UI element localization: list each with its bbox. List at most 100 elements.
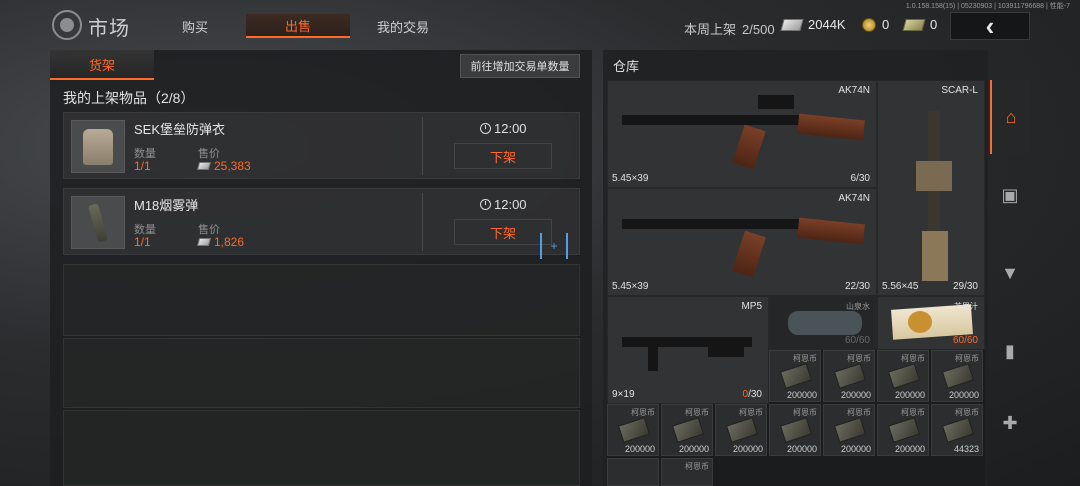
warehouse-side-nav: ⌂ ▣ ▼ ▮ ✚ — [990, 80, 1030, 486]
cash-icon — [196, 238, 212, 246]
magazine-icon: ▮ — [1005, 340, 1015, 361]
currency-stack[interactable]: 柯恩币 200000 — [877, 404, 929, 456]
weapon-name: AK74N — [838, 85, 870, 96]
tab-buy[interactable]: 购买 — [160, 14, 230, 38]
cash-amount: 2044K — [808, 17, 846, 32]
currency-stack[interactable]: 柯恩币 200000 — [769, 350, 821, 402]
weapon-ammo: 29/30 — [952, 281, 978, 292]
weapon-name: SCAR-L — [941, 85, 978, 96]
clock-icon — [480, 123, 491, 134]
coin-amount: 0 — [882, 17, 890, 32]
smoke-grenade-thumbnail[interactable] — [71, 196, 125, 249]
tab-sell[interactable]: 出售 — [246, 14, 350, 38]
nav-medical[interactable]: ✚ — [990, 386, 1030, 460]
item-name: 芒果汁 — [954, 302, 978, 311]
currency-name: 柯恩币 — [901, 408, 925, 417]
page-title: 市场 — [88, 18, 130, 40]
currency-name: 柯恩币 — [739, 408, 763, 417]
weapon-caliber: 9×19 — [612, 389, 635, 400]
weapon-ammo: 0/30 — [743, 389, 762, 400]
rifle-icon — [622, 219, 802, 229]
item-price: 1,826 — [196, 235, 245, 249]
listing-timer: 12:00 — [480, 121, 527, 136]
currency-stack[interactable]: 柯恩币 200000 — [877, 350, 929, 402]
coin-balance: 0 — [862, 17, 889, 32]
weapon-scar-l[interactable]: SCAR-L 5.56×45 29/30 — [877, 80, 985, 296]
add-order-slots-button[interactable]: 前往增加交易单数量 — [460, 54, 580, 78]
currency-amount: 200000 — [786, 390, 817, 400]
listed-items-title: 我的上架物品（2/8） — [63, 90, 195, 106]
currency-stack[interactable]: 柯恩币 — [661, 458, 713, 486]
item-name: M18烟雾弹 — [134, 198, 199, 213]
divider — [422, 193, 423, 251]
nav-box[interactable]: ▣ — [990, 158, 1030, 232]
currency-amount: 200000 — [678, 444, 709, 454]
shelf-panel: 货架 前往增加交易单数量 我的上架物品（2/8） SEK堡垒防弹衣 数量 售价 … — [50, 50, 592, 486]
weapon-ammo: 6/30 — [850, 173, 870, 184]
nav-magazine[interactable]: ▮ — [990, 314, 1030, 388]
nav-home[interactable]: ⌂ — [990, 80, 1030, 154]
currency-name: 柯恩币 — [847, 354, 871, 363]
currency-name: 柯恩币 — [955, 408, 979, 417]
home-icon: ⌂ — [1005, 106, 1017, 127]
currency-name: 柯恩币 — [847, 408, 871, 417]
price-value: 25,383 — [214, 159, 251, 173]
currency-amount: 200000 — [894, 390, 925, 400]
currency-stack[interactable]: 柯恩币 200000 — [607, 404, 659, 456]
delist-button[interactable]: 下架 — [454, 219, 552, 245]
price-value: 1,826 — [214, 235, 245, 249]
tab-my-trades[interactable]: 我的交易 — [360, 14, 446, 38]
item-water-bottle[interactable]: 山泉水 60/60 — [769, 296, 877, 350]
warehouse-title: 仓库 — [613, 59, 640, 74]
cash-icon — [780, 18, 804, 31]
empty-slot — [63, 410, 580, 486]
listing-timer: 12:00 — [480, 197, 527, 212]
warehouse-grid: AK74N 5.45×39 6/30 AK74N 5.45×39 22/30 S… — [607, 80, 985, 486]
bill-amount: 0 — [930, 17, 938, 32]
weapon-ak74n[interactable]: AK74N 5.45×39 22/30 — [607, 188, 877, 296]
empty-slot — [63, 338, 580, 408]
item-price: 25,383 — [196, 159, 251, 173]
currency-stack[interactable]: 柯恩币 200000 — [823, 350, 875, 402]
cash-icon — [196, 162, 212, 170]
currency-name: 柯恩币 — [631, 408, 655, 417]
listing-row: SEK堡垒防弹衣 数量 售价 1/1 25,383 12:00 下架 — [63, 112, 580, 179]
clock-icon — [480, 199, 491, 210]
rifle-icon — [622, 115, 802, 125]
warehouse-panel: 仓库 AK74N 5.45×39 6/30 AK74N 5.45×39 22/3… — [603, 50, 988, 486]
vest-thumbnail[interactable] — [71, 120, 125, 173]
delist-button[interactable]: 下架 — [454, 143, 552, 169]
shirt-icon: ▼ — [1001, 262, 1019, 283]
divider — [422, 117, 423, 175]
currency-stack[interactable]: 柯恩币 200000 — [823, 404, 875, 456]
chevron-left-icon: ‹ — [985, 11, 995, 41]
item-value: 60/60 — [844, 335, 870, 346]
back-button[interactable]: ‹ — [950, 12, 1030, 40]
currency-stack[interactable]: 柯恩币 44323 — [931, 404, 983, 456]
currency-amount: 200000 — [624, 444, 655, 454]
item-qty: 1/1 — [134, 235, 151, 249]
currency-stack[interactable]: 柯恩币 200000 — [931, 350, 983, 402]
currency-stack[interactable]: 柯恩币 200000 — [661, 404, 713, 456]
currency-name: 柯恩币 — [685, 408, 709, 417]
currency-stack[interactable] — [607, 458, 659, 486]
item-name: SEK堡垒防弹衣 — [134, 122, 226, 137]
top-bar: 市场 购买 出售 我的交易 本周上架 2/500 2044K 0 0 ‹ — [0, 8, 1080, 44]
add-slot-button[interactable]: + — [540, 233, 568, 259]
nav-clothing[interactable]: ▼ — [990, 236, 1030, 310]
weapon-mp5[interactable]: MP5 9×19 0/30 — [607, 296, 769, 404]
bill-icon — [902, 18, 926, 31]
weekly-count: 2/500 — [742, 22, 775, 37]
weekly-label-text: 本周上架 — [684, 22, 737, 37]
globe-logo-icon — [52, 10, 82, 40]
currency-stack[interactable]: 柯恩币 200000 — [769, 404, 821, 456]
currency-name: 柯恩币 — [685, 462, 709, 471]
weapon-ak74n[interactable]: AK74N 5.45×39 6/30 — [607, 80, 877, 188]
currency-amount: 200000 — [732, 444, 763, 454]
item-mango-juice[interactable]: 芒果汁 60/60 — [877, 296, 985, 350]
tab-shelf[interactable]: 货架 — [50, 50, 154, 80]
weapon-caliber: 5.45×39 — [612, 173, 649, 184]
weapon-caliber: 5.45×39 — [612, 281, 649, 292]
currency-stack[interactable]: 柯恩币 200000 — [715, 404, 767, 456]
weapon-ammo: 22/30 — [844, 281, 870, 292]
